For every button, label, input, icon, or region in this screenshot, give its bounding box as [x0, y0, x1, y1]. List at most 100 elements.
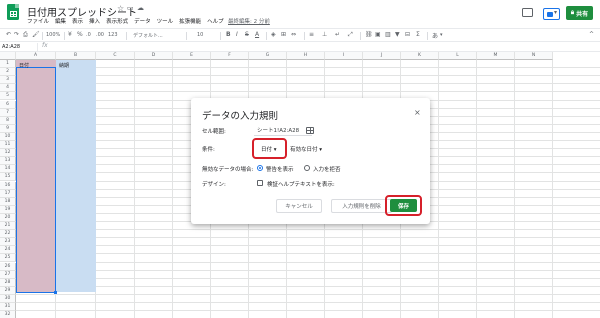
menu-edit[interactable]: 編集	[55, 17, 66, 25]
column-header-c[interactable]: C	[96, 52, 135, 60]
column-header-j[interactable]: J	[363, 52, 401, 60]
row-header-25[interactable]: 25	[0, 254, 16, 263]
row-header-15[interactable]: 15	[0, 173, 16, 182]
zoom-select[interactable]: 100%	[46, 32, 60, 38]
criteria-select[interactable]: 日付 ▾	[261, 145, 277, 153]
row-header-18[interactable]: 18	[0, 197, 16, 206]
font-size-select[interactable]: 10	[197, 32, 203, 38]
row-header-30[interactable]: 30	[0, 294, 16, 303]
selection-range[interactable]	[16, 67, 56, 293]
reject-input-label[interactable]: 入力を拒否	[313, 165, 341, 173]
menu-format[interactable]: 表示形式	[106, 17, 128, 25]
row-header-22[interactable]: 22	[0, 230, 16, 239]
column-header-k[interactable]: K	[401, 52, 439, 60]
menu-extensions[interactable]: 拡張機能	[179, 17, 201, 25]
row-header-13[interactable]: 13	[0, 157, 16, 166]
menu-data[interactable]: データ	[134, 17, 151, 25]
row-header-7[interactable]: 7	[0, 108, 16, 117]
move-folder-icon[interactable]: ▭	[127, 4, 134, 12]
column-header-a[interactable]: A	[16, 52, 56, 60]
row-header-8[interactable]: 8	[0, 116, 16, 125]
merge-cells-icon[interactable]: ⇔	[291, 31, 296, 38]
input-tools-button[interactable]: あ	[432, 31, 438, 40]
row-header-29[interactable]: 29	[0, 286, 16, 295]
comment-history-icon[interactable]	[522, 8, 533, 17]
column-header-f[interactable]: F	[211, 52, 249, 60]
help-text-checkbox[interactable]	[257, 180, 263, 186]
print-icon[interactable]: ⎙	[23, 31, 28, 39]
column-header-e[interactable]: E	[173, 52, 211, 60]
row-header-19[interactable]: 19	[0, 205, 16, 214]
row-header-21[interactable]: 21	[0, 222, 16, 231]
help-text-label[interactable]: 検証ヘルプテキストを表示:	[267, 180, 335, 188]
row-header-16[interactable]: 16	[0, 181, 16, 190]
formula-bar[interactable]	[0, 42, 600, 52]
row-header-12[interactable]: 12	[0, 149, 16, 158]
row-header-11[interactable]: 11	[0, 141, 16, 150]
last-edit-link[interactable]: 最終編集: 2 分前	[228, 17, 270, 25]
show-warning-label[interactable]: 警告を表示	[266, 165, 294, 173]
row-header-28[interactable]: 28	[0, 278, 16, 287]
cancel-button[interactable]: キャンセル	[276, 199, 322, 213]
menu-tools[interactable]: ツール	[157, 17, 174, 25]
fill-color-icon[interactable]: ◈	[271, 31, 276, 38]
bold-button[interactable]: B	[226, 31, 231, 38]
font-family-select[interactable]: デフォルト...	[133, 32, 163, 39]
undo-icon[interactable]: ↶	[6, 31, 11, 38]
column-header-g[interactable]: G	[249, 52, 287, 60]
save-button[interactable]: 保存	[390, 199, 417, 212]
column-header-d[interactable]: D	[135, 52, 173, 60]
row-header-17[interactable]: 17	[0, 189, 16, 198]
filter-views-icon[interactable]: ⊟	[405, 31, 410, 38]
row-header-10[interactable]: 10	[0, 132, 16, 141]
filter-icon[interactable]: ▼	[395, 31, 400, 38]
menu-insert[interactable]: 挿入	[89, 17, 100, 25]
sheets-logo-icon[interactable]	[7, 4, 19, 20]
column-header-h[interactable]: H	[287, 52, 325, 60]
radio-show-warning[interactable]	[257, 165, 263, 171]
cloud-status-icon[interactable]: ☁	[137, 4, 144, 12]
fill-handle[interactable]	[54, 291, 57, 294]
star-icon[interactable]: ☆	[117, 4, 124, 13]
collapse-menu-button[interactable]: ^	[589, 31, 594, 38]
row-header-6[interactable]: 6	[0, 100, 16, 109]
functions-icon[interactable]: Σ	[416, 31, 420, 38]
horizontal-align-icon[interactable]: ≡	[309, 31, 314, 38]
row-header-9[interactable]: 9	[0, 124, 16, 133]
select-all-corner[interactable]	[0, 52, 16, 60]
cell-a1[interactable]: 日付	[19, 62, 29, 69]
row-header-31[interactable]: 31	[0, 303, 16, 312]
row-header-23[interactable]: 23	[0, 238, 16, 247]
close-icon[interactable]: ×	[414, 108, 421, 117]
number-format-select[interactable]: 123	[108, 32, 118, 38]
increase-decimal-button[interactable]: .00	[96, 32, 104, 38]
text-rotation-icon[interactable]: ⤢	[348, 31, 353, 39]
present-button[interactable]	[543, 8, 560, 20]
range-input[interactable]: シート1!A2:A28	[254, 126, 312, 136]
strikethrough-button[interactable]: S	[245, 31, 249, 38]
condition-select[interactable]: 有効な日付 ▾	[290, 145, 322, 153]
row-header-3[interactable]: 3	[0, 76, 16, 85]
row-header-2[interactable]: 2	[0, 68, 16, 77]
menu-help[interactable]: ヘルプ	[207, 17, 224, 25]
menu-view[interactable]: 表示	[72, 17, 83, 25]
insert-link-icon[interactable]: ⛓	[365, 31, 373, 38]
column-header-m[interactable]: M	[477, 52, 515, 60]
row-header-4[interactable]: 4	[0, 84, 16, 93]
column-header-l[interactable]: L	[439, 52, 477, 60]
borders-icon[interactable]: ⊞	[281, 31, 286, 38]
remove-validation-button[interactable]: 入力規則を削除	[331, 199, 392, 213]
insert-chart-icon[interactable]: ▥	[385, 31, 391, 38]
column-header-n[interactable]: N	[515, 52, 553, 60]
decrease-decimal-button[interactable]: .0	[86, 32, 91, 38]
text-wrap-icon[interactable]: ↵	[335, 31, 340, 38]
paint-format-icon[interactable]: 🖌︎	[32, 31, 40, 38]
row-header-20[interactable]: 20	[0, 213, 16, 222]
text-color-button[interactable]: A	[255, 31, 259, 38]
row-header-27[interactable]: 27	[0, 270, 16, 279]
row-header-24[interactable]: 24	[0, 246, 16, 255]
row-header-5[interactable]: 5	[0, 92, 16, 101]
share-button[interactable]: 🔒︎ 共有	[566, 6, 593, 20]
column-header-b[interactable]: B	[56, 52, 96, 60]
menu-file[interactable]: ファイル	[27, 17, 49, 25]
